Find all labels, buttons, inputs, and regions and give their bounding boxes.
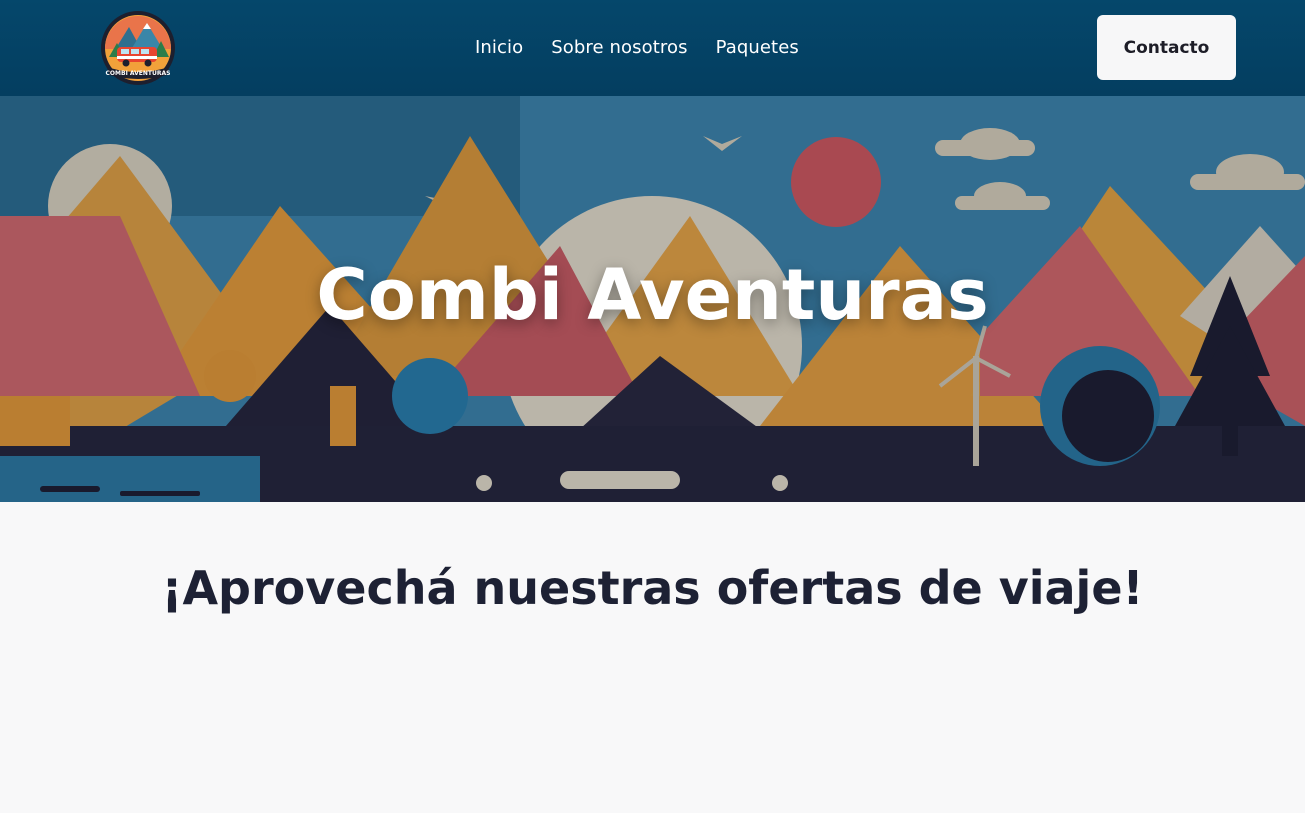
nav-link-inicio[interactable]: Inicio [475, 34, 523, 62]
nav-link-sobre-nosotros[interactable]: Sobre nosotros [551, 34, 687, 62]
logo-text: COMBI AVENTURAS [106, 70, 171, 77]
main-nav: Inicio Sobre nosotros Paquetes [475, 34, 799, 62]
nav-link-paquetes[interactable]: Paquetes [716, 34, 799, 62]
hero-banner: Combi Aventuras [0, 96, 1305, 502]
offers-heading: ¡Aprovechá nuestras ofertas de viaje! [161, 561, 1144, 615]
top-navbar: COMBI AVENTURAS Inicio Sobre nosotros Pa… [0, 0, 1305, 96]
contact-button[interactable]: Contacto [1097, 15, 1236, 80]
site-logo[interactable]: COMBI AVENTURAS [99, 9, 177, 87]
hero-title: Combi Aventuras [316, 254, 989, 336]
logo-image: COMBI AVENTURAS [101, 11, 175, 85]
